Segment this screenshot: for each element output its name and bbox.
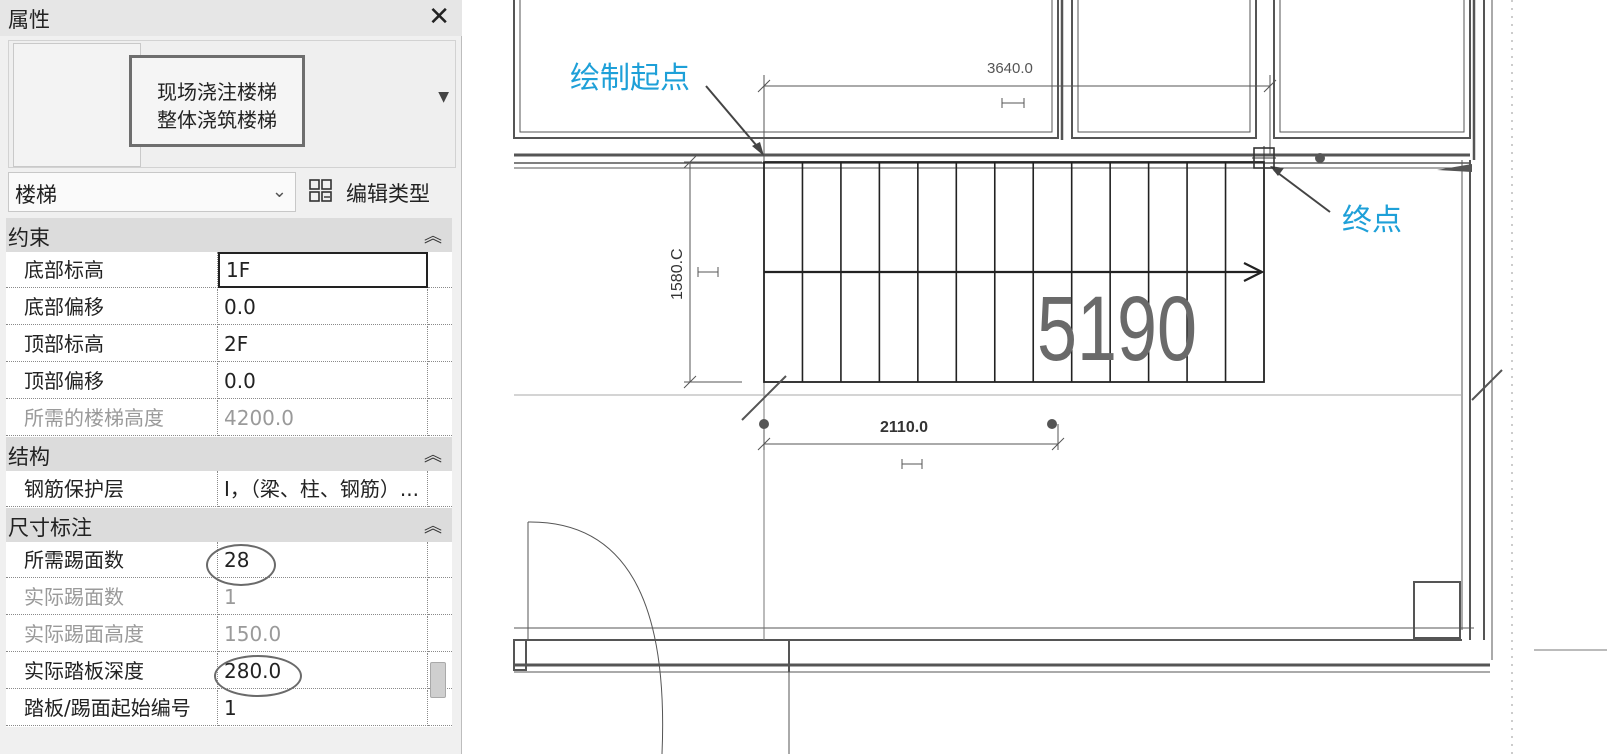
collapse-icon[interactable]: ︽	[424, 441, 442, 467]
property-name: 底部偏移	[6, 289, 218, 325]
property-row: 实际踏板深度 280.0	[6, 653, 452, 690]
instance-filter-select[interactable]: 楼梯 ⌄	[8, 172, 296, 212]
type-name-box: 现场浇注楼梯 整体浇筑楼梯	[129, 55, 305, 147]
collapse-icon[interactable]: ︽	[424, 512, 442, 538]
dimension-left	[683, 155, 762, 389]
category-label: 约束	[8, 226, 50, 250]
property-row: 钢筋保护层 I，（梁、柱、钢筋）...	[6, 471, 452, 508]
property-name: 钢筋保护层	[6, 471, 218, 507]
actual-tread-depth-field[interactable]: 280.0	[218, 653, 428, 689]
properties-grid: 约束 ︽ 底部标高 1F 底部偏移 0.0 顶部标高 2F 顶部偏移 0.0 所…	[6, 218, 452, 754]
property-name: 所需踢面数	[6, 542, 218, 578]
base-offset-field[interactable]: 0.0	[218, 289, 428, 325]
base-level-field[interactable]: 1F	[218, 252, 428, 288]
top-level-field[interactable]: 2F	[218, 326, 428, 362]
actual-risers-field: 1	[218, 579, 428, 615]
type-name: 整体浇筑楼梯	[157, 108, 277, 132]
chevron-down-icon[interactable]: ⌄	[272, 181, 287, 202]
dimension-bottom-label: 2110.0	[880, 419, 928, 436]
property-row: 实际踢面数 1	[6, 579, 452, 616]
property-row: 底部偏移 0.0	[6, 289, 452, 326]
edit-type-label: 编辑类型	[346, 182, 430, 206]
tread-riser-start-number-field[interactable]: 1	[218, 690, 428, 726]
property-row: 所需踢面数 28	[6, 542, 452, 579]
property-row: 实际踢面高度 150.0	[6, 616, 452, 653]
property-row: 顶部标高 2F	[6, 326, 452, 363]
category-dimensions[interactable]: 尺寸标注 ︽	[6, 508, 452, 542]
stair-big-number: 5190	[1037, 278, 1197, 380]
properties-panel: 属性 ✕ 现场浇注楼梯 整体浇筑楼梯 ▼ 楼梯 ⌄ 编辑类型 约束 ︽ 底部标高…	[0, 0, 462, 754]
close-icon[interactable]: ✕	[428, 2, 450, 32]
property-name: 实际踏板深度	[6, 653, 218, 689]
category-label: 尺寸标注	[8, 516, 92, 540]
edit-type-icon	[309, 179, 332, 202]
desired-risers-field[interactable]: 28	[218, 542, 428, 578]
start-arrow	[705, 85, 763, 153]
category-constraints[interactable]: 约束 ︽	[6, 218, 452, 252]
scrollbar-thumb[interactable]	[430, 662, 446, 698]
end-grip[interactable]	[1315, 153, 1325, 163]
dimension-left-label: 1580.C	[669, 248, 686, 300]
property-name: 实际踢面高度	[6, 616, 218, 652]
panel-titlebar: 属性 ✕	[0, 0, 462, 36]
chevron-down-icon[interactable]: ▼	[438, 89, 449, 105]
panel-title: 属性	[8, 8, 50, 32]
dimension-endpoint	[1047, 419, 1057, 429]
property-row: 底部标高 1F	[6, 252, 452, 289]
end-arrow	[1273, 169, 1331, 213]
actual-riser-height-field: 150.0	[218, 616, 428, 652]
property-name: 实际踢面数	[6, 579, 218, 615]
top-offset-field[interactable]: 0.0	[218, 363, 428, 399]
type-family-name: 现场浇注楼梯	[157, 80, 277, 104]
dimension-endpoint	[759, 419, 769, 429]
property-row: 所需的楼梯高度 4200.0	[6, 400, 452, 437]
type-preview[interactable]: 现场浇注楼梯 整体浇筑楼梯 ▼	[8, 40, 456, 168]
property-row: 踏板/踢面起始编号 1	[6, 690, 452, 727]
instance-filter-value: 楼梯	[15, 183, 57, 207]
drawing-canvas[interactable]: 5190 3640.0 1580.C 2110.0 绘制起点 终点	[462, 0, 1607, 754]
property-name: 踏板/踢面起始编号	[6, 690, 218, 726]
dimension-top	[757, 75, 1277, 162]
end-point-label: 终点	[1342, 203, 1402, 238]
property-name: 顶部偏移	[6, 363, 218, 399]
property-name: 顶部标高	[6, 326, 218, 362]
desired-stair-height-field: 4200.0	[218, 400, 428, 436]
property-name: 底部标高	[6, 252, 218, 288]
property-row: 顶部偏移 0.0	[6, 363, 452, 400]
type-thumbnail	[13, 43, 141, 167]
start-point-label: 绘制起点	[570, 61, 690, 96]
category-structure[interactable]: 结构 ︽	[6, 437, 452, 471]
dimension-top-label: 3640.0	[987, 60, 1033, 77]
collapse-icon[interactable]: ︽	[424, 222, 442, 248]
edit-type-button[interactable]: 编辑类型	[306, 172, 454, 212]
category-label: 结构	[8, 445, 50, 469]
property-name: 所需的楼梯高度	[6, 400, 218, 436]
rebar-cover-field[interactable]: I，（梁、柱、钢筋）...	[218, 471, 428, 507]
